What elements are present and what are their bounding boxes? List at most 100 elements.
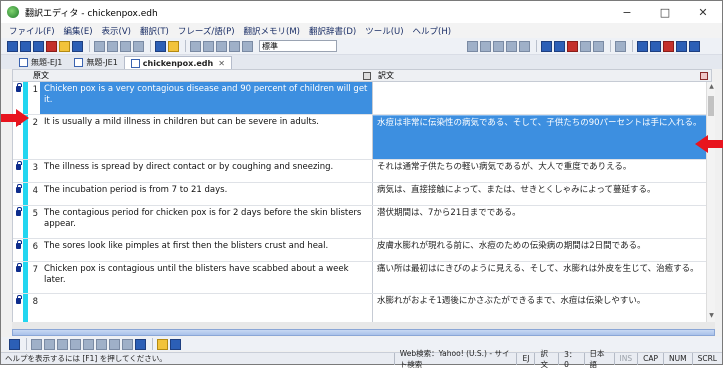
menu-translation-memory[interactable]: 翻訳メモリ(M) bbox=[244, 25, 300, 37]
menu-file[interactable]: ファイル(F) bbox=[9, 25, 55, 37]
toolbar-icon[interactable] bbox=[480, 40, 491, 52]
toolbar-icon[interactable] bbox=[567, 40, 578, 52]
maximize-button[interactable]: □ bbox=[646, 1, 684, 23]
toolbar-icon[interactable] bbox=[44, 338, 55, 350]
toolbar-icon[interactable] bbox=[155, 40, 166, 52]
copy-icon[interactable] bbox=[107, 40, 118, 52]
scroll-thumb[interactable] bbox=[708, 96, 714, 116]
web-search-status[interactable]: Web検索：Yahoo! (U.S.) - サイト検索 bbox=[393, 349, 517, 369]
toolbar-icon[interactable] bbox=[650, 40, 661, 52]
help-icon[interactable] bbox=[168, 40, 179, 52]
toolbar-icon[interactable] bbox=[133, 40, 144, 52]
source-cell[interactable] bbox=[40, 294, 373, 322]
translate-icon[interactable] bbox=[190, 40, 201, 52]
menu-help[interactable]: ヘルプ(H) bbox=[413, 25, 452, 37]
toolbar-icon[interactable] bbox=[637, 40, 648, 52]
toolbar-icon[interactable] bbox=[122, 338, 133, 350]
target-cell[interactable]: 水膨れがおよそ1週後にかさぶたができるまで、水痘は伝染しやすい。 bbox=[373, 294, 706, 322]
toolbar-icon[interactable] bbox=[20, 40, 31, 52]
target-cell[interactable]: 病気は、直接接触によって、または、せきとくしゃみによって蔓延する。 bbox=[373, 183, 706, 205]
toolbar-icon[interactable] bbox=[554, 40, 565, 52]
target-cell[interactable]: 痛い所は最初はにきびのように見える、そして、水膨れは外皮を生じて、治癒する。 bbox=[373, 262, 706, 293]
mode-select[interactable]: 標準 bbox=[259, 40, 337, 52]
paste-icon[interactable] bbox=[120, 40, 131, 52]
source-cell[interactable]: It is usually a mild illness in children… bbox=[40, 115, 373, 159]
source-cell[interactable]: The sores look like pimples at first the… bbox=[40, 239, 373, 261]
toolbar-icon[interactable] bbox=[33, 40, 44, 52]
tab-untitled-ej[interactable]: 無題-EJ1 bbox=[13, 56, 68, 69]
table-row[interactable]: 6 The sores look like pimples at first t… bbox=[13, 239, 706, 262]
stop-icon[interactable] bbox=[242, 40, 253, 52]
toolbar-icon[interactable] bbox=[615, 40, 626, 52]
toolbar-icon[interactable] bbox=[96, 338, 107, 350]
target-pane-toggle-icon[interactable] bbox=[700, 72, 708, 80]
position-status: 3：0 bbox=[558, 350, 583, 369]
source-cell[interactable]: Chicken pox is contagious until the blis… bbox=[40, 262, 373, 293]
toolbar-icon[interactable] bbox=[593, 40, 604, 52]
toolbar-icon[interactable] bbox=[663, 40, 674, 52]
target-cell[interactable]: 水痘は非常に伝染性の病気である、そして、子供たちの90パーセントは手に入れる。 bbox=[373, 115, 706, 159]
toolbar-icon[interactable] bbox=[216, 40, 227, 52]
target-cell[interactable]: 潜伏期間は、7から21日までである。 bbox=[373, 206, 706, 238]
toolbar-icon[interactable] bbox=[506, 40, 517, 52]
menu-tools[interactable]: ツール(U) bbox=[365, 25, 403, 37]
table-row[interactable]: 4 The incubation period is from 7 to 21 … bbox=[13, 183, 706, 206]
menu-phrase[interactable]: フレーズ/語(P) bbox=[178, 25, 235, 37]
tab-chickenpox[interactable]: chickenpox.edh ✕ bbox=[123, 56, 232, 69]
menu-dictionary[interactable]: 翻訳辞書(D) bbox=[309, 25, 356, 37]
toolbar-icon[interactable] bbox=[467, 40, 478, 52]
toolbar-icon[interactable] bbox=[170, 338, 181, 350]
separator bbox=[536, 40, 537, 52]
source-cell[interactable]: Chicken pox is a very contagious disease… bbox=[40, 82, 373, 114]
target-cell[interactable] bbox=[373, 82, 706, 114]
table-row[interactable]: 2 It is usually a mild illness in childr… bbox=[13, 115, 706, 160]
target-cell[interactable]: それは通常子供たちの軽い病気であるが、大人で重度でありえる。 bbox=[373, 160, 706, 182]
toolbar-icon[interactable] bbox=[46, 40, 57, 52]
scroll-down-icon[interactable]: ▼ bbox=[707, 312, 716, 321]
toolbar-icon[interactable] bbox=[580, 40, 591, 52]
toolbar-icon[interactable] bbox=[31, 338, 42, 350]
tab-untitled-je[interactable]: 無題-JE1 bbox=[68, 56, 123, 69]
lock-icon bbox=[15, 161, 22, 170]
table-row[interactable]: 1 Chicken pox is a very contagious disea… bbox=[13, 82, 706, 115]
save-icon[interactable] bbox=[72, 40, 83, 52]
open-icon[interactable] bbox=[59, 40, 70, 52]
toolbar-icon[interactable] bbox=[676, 40, 687, 52]
toolbar-icon[interactable] bbox=[229, 40, 240, 52]
toolbar-icon[interactable] bbox=[9, 338, 20, 350]
menu-view[interactable]: 表示(V) bbox=[102, 25, 131, 37]
cut-icon[interactable] bbox=[94, 40, 105, 52]
minimize-button[interactable]: − bbox=[608, 1, 646, 23]
toolbar-icon[interactable] bbox=[157, 338, 168, 350]
source-cell[interactable]: The incubation period is from 7 to 21 da… bbox=[40, 183, 373, 205]
scroll-up-icon[interactable]: ▲ bbox=[707, 83, 716, 92]
source-cell[interactable]: The contagious period for chicken pox is… bbox=[40, 206, 373, 238]
toolbar-icon[interactable] bbox=[70, 338, 81, 350]
tab-close-icon[interactable]: ✕ bbox=[218, 59, 225, 68]
row-number: 1 bbox=[32, 85, 38, 95]
toolbar-icon[interactable] bbox=[109, 338, 120, 350]
toolbar-icon[interactable] bbox=[541, 40, 552, 52]
document-icon bbox=[130, 58, 140, 68]
close-button[interactable]: ✕ bbox=[684, 1, 722, 23]
vertical-scrollbar[interactable]: ▲ ▼ bbox=[706, 82, 715, 322]
toolbar-icon[interactable] bbox=[83, 338, 94, 350]
toolbar-icon[interactable] bbox=[689, 40, 700, 52]
table-row[interactable]: 7 Chicken pox is contagious until the bl… bbox=[13, 262, 706, 294]
menu-edit[interactable]: 編集(E) bbox=[64, 25, 93, 37]
target-cell[interactable]: 皮膚水膨れが現れる前に、水痘のための伝染病の期間は2日間である。 bbox=[373, 239, 706, 261]
menu-translate[interactable]: 翻訳(T) bbox=[140, 25, 169, 37]
table-row[interactable]: 3 The illness is spread by direct contac… bbox=[13, 160, 706, 183]
toolbar-icon[interactable] bbox=[493, 40, 504, 52]
input-bar[interactable] bbox=[12, 329, 715, 336]
table-row[interactable]: 8 水膨れがおよそ1週後にかさぶたができるまで、水痘は伝染しやすい。 bbox=[13, 294, 706, 322]
toolbar-icon[interactable] bbox=[57, 338, 68, 350]
horizontal-scrollbar[interactable] bbox=[12, 322, 715, 329]
table-row[interactable]: 5 The contagious period for chicken pox … bbox=[13, 206, 706, 239]
translate-all-icon[interactable] bbox=[203, 40, 214, 52]
toolbar-icon[interactable] bbox=[519, 40, 530, 52]
source-pane-toggle-icon[interactable] bbox=[363, 72, 371, 80]
toolbar-icon[interactable] bbox=[135, 338, 146, 350]
toolbar-icon[interactable] bbox=[7, 40, 18, 52]
source-cell[interactable]: The illness is spread by direct contact … bbox=[40, 160, 373, 182]
